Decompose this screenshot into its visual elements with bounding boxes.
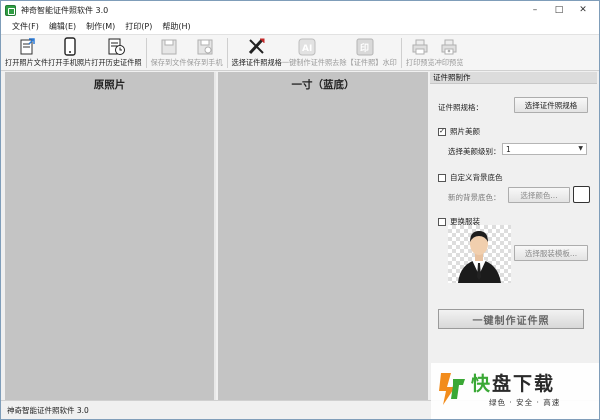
open-history-button[interactable]: 打开历史证件照 — [91, 35, 142, 71]
spec-row: 证件照规格： — [438, 102, 483, 113]
beauty-row: ✓ 照片美颜 — [438, 126, 480, 137]
window-controls: – □ ✕ — [523, 2, 595, 17]
menu-file[interactable]: 文件(F) — [7, 21, 44, 32]
print-preview-label: 打印预览 — [405, 58, 435, 67]
choose-color-button[interactable]: 选择颜色... — [508, 187, 570, 203]
beauty-level-label: 选择美颜级别： — [448, 147, 501, 156]
new-bg-row: 新的背景底色： — [448, 192, 501, 203]
save-phone-icon — [196, 37, 214, 56]
open-history-label: 打开历史证件照 — [91, 58, 142, 67]
beauty-checkbox-label: 照片美颜 — [450, 127, 480, 136]
phone-icon — [63, 37, 77, 56]
beauty-level-select[interactable]: 1 ▼ — [502, 143, 587, 155]
toolbar-separator — [226, 38, 228, 68]
save-phone-label: 保存到手机 — [186, 58, 223, 67]
save-phone-button[interactable]: 保存到手机 — [187, 35, 223, 71]
beauty-checkbox[interactable]: ✓ — [438, 127, 446, 136]
result-panel-title: 一寸（蓝底） — [291, 79, 355, 91]
original-photo-panel[interactable]: 原照片 — [5, 72, 216, 400]
toolbar-separator — [400, 38, 402, 68]
watermark-slogan: 绿色 · 安全 · 高速 — [489, 398, 561, 407]
app-window: 神奇智能证件照软件 3.0 – □ ✕ 文件(F) 编辑(E) 制作(M) 打印… — [0, 0, 600, 420]
chevron-down-icon: ▼ — [578, 145, 583, 152]
watermark-brand: 快盘下载 — [471, 369, 555, 396]
ruler-pen-icon — [247, 37, 267, 56]
menu-print[interactable]: 打印(P) — [120, 21, 157, 32]
printer-icon — [411, 37, 429, 56]
title-bar: 神奇智能证件照软件 3.0 – □ ✕ — [1, 1, 599, 19]
open-phone-button[interactable]: 打开手机照片 — [48, 35, 91, 71]
custom-bg-label: 自定义背景底色 — [450, 173, 503, 182]
svg-text:印: 印 — [360, 42, 369, 54]
window-title: 神奇智能证件照软件 3.0 — [21, 5, 109, 15]
print-preview-button[interactable]: 打印预览 — [406, 35, 435, 71]
result-photo-panel[interactable]: 一寸（蓝底） — [218, 72, 428, 400]
history-icon — [106, 37, 126, 56]
settings-header: 证件照制作 — [430, 72, 597, 84]
app-icon — [5, 4, 16, 16]
bg-color-swatch[interactable] — [573, 186, 590, 203]
beauty-level-value: 1 — [506, 144, 511, 154]
photo-printer-icon — [440, 37, 458, 56]
toolbar-separator — [145, 38, 147, 68]
select-spec-panel-button[interactable]: 选择证件照规格 — [514, 97, 588, 113]
watermark-logo: 快盘下载 绿色 · 安全 · 高速 — [431, 363, 599, 419]
proof-preview-button[interactable]: 冲印预览 — [434, 35, 464, 71]
watermark-brand-green: 快 — [471, 373, 493, 395]
open-photo-label: 打开照片文件 — [5, 58, 49, 67]
settings-panel: 证件照制作 证件照规格： 选择证件照规格 ✓ 照片美颜 选择美颜级别： 1 ▼ … — [430, 72, 597, 400]
kuaipan-logo-icon — [439, 373, 465, 405]
open-phone-label: 打开手机照片 — [48, 58, 92, 67]
ai-icon: AI — [298, 37, 316, 56]
outfit-preview-image — [448, 225, 511, 283]
status-text: 神奇智能证件照软件 3.0 — [7, 405, 89, 415]
one-click-label: 一键制作证件照 — [281, 58, 333, 67]
open-file-icon — [17, 37, 37, 56]
toolbar: 打开照片文件 打开手机照片 打开历史证件照 保存到文件 保存到手机 选择证件照规… — [1, 35, 599, 71]
remove-watermark-button[interactable]: 印 去除【证件照】水印 — [332, 35, 397, 71]
save-icon — [160, 37, 178, 56]
select-spec-button[interactable]: 选择证件照规格 — [232, 35, 282, 71]
change-outfit-checkbox[interactable] — [438, 217, 446, 226]
menu-make[interactable]: 制作(M) — [81, 21, 120, 32]
watermark-brand-rest: 盘下载 — [492, 373, 556, 395]
save-file-label: 保存到文件 — [150, 58, 187, 67]
remove-watermark-label: 去除【证件照】水印 — [332, 58, 397, 67]
maximize-button[interactable]: □ — [547, 2, 571, 17]
menu-help[interactable]: 帮助(H) — [157, 21, 195, 32]
proof-preview-label: 冲印预览 — [434, 58, 464, 67]
new-bg-label: 新的背景底色： — [448, 193, 501, 202]
close-button[interactable]: ✕ — [571, 2, 595, 17]
save-file-button[interactable]: 保存到文件 — [151, 35, 187, 71]
open-photo-button[interactable]: 打开照片文件 — [5, 35, 48, 71]
beauty-level-row: 选择美颜级别： — [448, 146, 501, 157]
make-id-photo-button[interactable]: 一键制作证件照 — [438, 309, 584, 329]
menu-bar: 文件(F) 编辑(E) 制作(M) 打印(P) 帮助(H) — [1, 19, 599, 35]
select-spec-label: 选择证件照规格 — [231, 58, 282, 67]
spec-label: 证件照规格： — [438, 103, 483, 112]
one-click-button[interactable]: AI 一键制作证件照 — [282, 35, 332, 71]
watermark-icon: 印 — [356, 37, 374, 56]
custom-bg-row: 自定义背景底色 — [438, 172, 503, 183]
svg-text:AI: AI — [302, 44, 312, 54]
outfit-template-button[interactable]: 选择服装模板... — [514, 245, 588, 261]
menu-edit[interactable]: 编辑(E) — [44, 21, 81, 32]
person-in-suit-icon — [458, 231, 501, 283]
custom-bg-checkbox[interactable] — [438, 173, 446, 182]
minimize-button[interactable]: – — [523, 2, 547, 17]
original-panel-title: 原照片 — [93, 79, 126, 91]
